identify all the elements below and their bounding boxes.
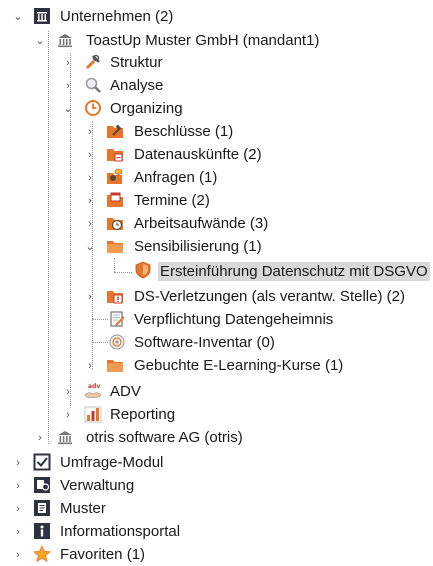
tree-item-umfrage-modul[interactable]: › Umfrage-Modul: [0, 451, 433, 474]
chevron-right-icon[interactable]: ›: [12, 526, 24, 538]
chevron-down-icon[interactable]: ⌄: [34, 35, 46, 47]
tools-icon: [84, 53, 102, 71]
tree-item-label: Arbeitsaufwände (3): [134, 215, 269, 232]
chevron-right-icon[interactable]: ›: [12, 457, 24, 469]
star-icon: [33, 545, 51, 563]
chevron-right-icon[interactable]: ›: [12, 503, 24, 515]
data-folder-icon: [106, 145, 124, 163]
tree-item-informationsportal[interactable]: › Informationsportal: [0, 520, 433, 543]
calendar-folder-icon: [106, 191, 124, 209]
tree-item-label: Analyse: [110, 77, 164, 94]
tree-item-label: Software-Inventar (0): [134, 334, 275, 351]
request-folder-icon: [106, 168, 124, 186]
tree-item-label: Ersteinführung Datenschutz mit DSGVO: [158, 262, 430, 281]
chevron-right-icon[interactable]: ›: [62, 386, 74, 398]
adv-handshake-icon: adv: [84, 382, 102, 400]
tree-item-label: Sensibilisierung (1): [134, 238, 262, 255]
tree-item-label: Reporting: [110, 406, 176, 423]
tree-item-label: ToastUp Muster GmbH (mandant1): [86, 32, 320, 49]
folder-icon: [106, 237, 124, 255]
navigation-tree: ⌄ Unternehmen (2) ⌄ ToastUp Muster GmbH …: [0, 0, 433, 566]
tree-item-verwaltung[interactable]: › Verwaltung: [0, 474, 433, 497]
chevron-right-icon[interactable]: ›: [12, 549, 24, 561]
tree-item-toastup[interactable]: ⌄ ToastUp Muster GmbH (mandant1): [0, 29, 433, 52]
tree-item-ersteinfuehrung[interactable]: Ersteinführung Datenschutz mit DSGVO: [0, 259, 433, 282]
tree-item-label: Datenauskünfte (2): [134, 146, 262, 163]
admin-icon: [33, 476, 51, 494]
chevron-right-icon[interactable]: ›: [62, 409, 74, 421]
bank-icon: [56, 428, 74, 446]
chevron-down-icon[interactable]: ⌄: [84, 241, 96, 253]
tree-item-beschluesse[interactable]: › Beschlüsse (1): [0, 120, 433, 143]
clock-icon: [84, 99, 102, 117]
chevron-down-icon[interactable]: ⌄: [62, 103, 74, 115]
checkbox-icon: [33, 453, 51, 471]
tree-item-label: Muster: [60, 500, 106, 517]
tree-item-label: Verwaltung: [60, 477, 135, 494]
shield-icon: [134, 261, 152, 279]
chevron-right-icon[interactable]: ›: [62, 57, 74, 69]
tree-item-label: Anfragen (1): [134, 169, 218, 186]
tree-item-verpflichtung[interactable]: Verpflichtung Datengeheimnis: [0, 308, 433, 331]
tree-item-muster[interactable]: › Muster: [0, 497, 433, 520]
chevron-right-icon[interactable]: ›: [84, 218, 96, 230]
folder-icon: [106, 356, 124, 374]
tree-item-datenauskuenfte[interactable]: › Datenauskünfte (2): [0, 143, 433, 166]
tree-item-unternehmen[interactable]: ⌄ Unternehmen (2): [0, 5, 433, 28]
tree-item-anfragen[interactable]: › Anfragen (1): [0, 166, 433, 189]
clock-folder-icon: [106, 214, 124, 232]
tree-item-label: DS-Verletzungen (als verantw. Stelle) (2…: [134, 288, 405, 305]
tree-item-otris[interactable]: › otris software AG (otris): [0, 426, 433, 449]
tree-item-favoriten[interactable]: › Favoriten (1): [0, 543, 433, 566]
tree-item-label: ADV: [110, 383, 141, 400]
template-icon: [33, 499, 51, 517]
tree-item-label: Gebuchte E-Learning-Kurse (1): [134, 357, 344, 374]
tree-item-label: Termine (2): [134, 192, 210, 209]
bar-chart-icon: [84, 405, 102, 423]
tree-item-label: otris software AG (otris): [86, 429, 243, 446]
chevron-down-icon[interactable]: ⌄: [12, 11, 24, 23]
tree-item-adv[interactable]: › adv ADV: [0, 380, 433, 403]
chevron-right-icon[interactable]: ›: [84, 126, 96, 138]
tree-item-label: Umfrage-Modul: [60, 454, 164, 471]
tree-item-label: Unternehmen (2): [60, 8, 174, 25]
tree-item-reporting[interactable]: › Reporting: [0, 403, 433, 426]
bank-icon: [56, 31, 74, 49]
tree-item-e-learning[interactable]: › Gebuchte E-Learning-Kurse (1): [0, 354, 433, 377]
tree-item-analyse[interactable]: › Analyse: [0, 74, 433, 97]
chevron-right-icon[interactable]: ›: [84, 172, 96, 184]
tree-item-software-inventar[interactable]: Software-Inventar (0): [0, 331, 433, 354]
chevron-right-icon[interactable]: ›: [84, 291, 96, 303]
magnifier-icon: [84, 76, 102, 94]
tree-item-label: Favoriten (1): [60, 546, 146, 563]
tree-item-arbeitsaufwaende[interactable]: › Arbeitsaufwände (3): [0, 212, 433, 235]
chevron-right-icon[interactable]: ›: [62, 80, 74, 92]
tree-item-ds-verletzungen[interactable]: › DS-Verletzungen (als verantw. Stelle) …: [0, 285, 433, 308]
chevron-right-icon[interactable]: ›: [34, 432, 46, 444]
tree-item-termine[interactable]: › Termine (2): [0, 189, 433, 212]
building-icon: [33, 7, 51, 25]
svg-text:adv: adv: [88, 383, 100, 390]
disc-icon: [108, 333, 126, 351]
info-icon: [33, 522, 51, 540]
tree-item-label: Beschlüsse (1): [134, 123, 234, 140]
tree-item-label: Informationsportal: [60, 523, 181, 540]
warning-folder-icon: [106, 287, 124, 305]
tree-item-sensibilisierung[interactable]: ⌄ Sensibilisierung (1): [0, 235, 433, 258]
pen-document-icon: [108, 310, 126, 328]
tree-item-organizing[interactable]: ⌄ Organizing: [0, 97, 433, 120]
tree-item-label: Organizing: [110, 100, 183, 117]
chevron-right-icon[interactable]: ›: [84, 360, 96, 372]
tree-item-label: Verpflichtung Datengeheimnis: [134, 311, 334, 328]
tree-item-struktur[interactable]: › Struktur: [0, 51, 433, 74]
chevron-right-icon[interactable]: ›: [84, 149, 96, 161]
chevron-right-icon[interactable]: ›: [84, 195, 96, 207]
tree-item-label: Struktur: [110, 54, 163, 71]
gavel-folder-icon: [106, 122, 124, 140]
chevron-right-icon[interactable]: ›: [12, 480, 24, 492]
